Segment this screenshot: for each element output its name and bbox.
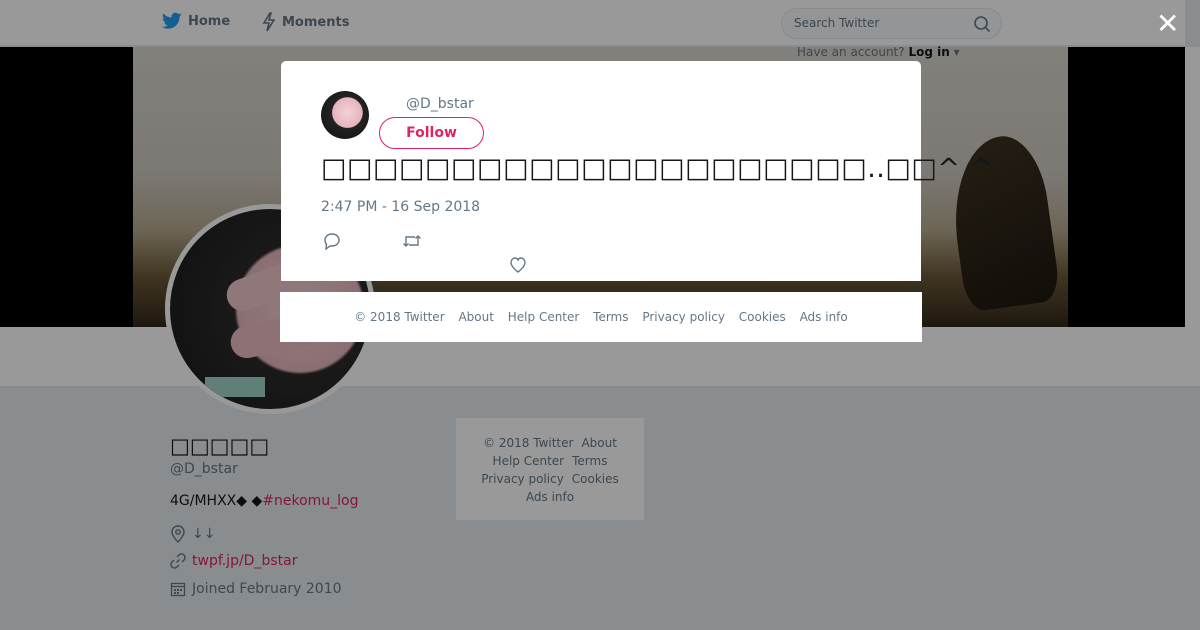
reply-icon[interactable] [323, 232, 341, 250]
footer-cookies-link[interactable]: Cookies [739, 310, 786, 324]
tweet-author-avatar[interactable] [321, 91, 369, 139]
footer-about-link[interactable]: About [458, 310, 493, 324]
heart-icon[interactable] [509, 256, 527, 274]
tweet-timestamp[interactable]: 2:47 PM - 16 Sep 2018 [321, 199, 480, 215]
footer-ads-link[interactable]: Ads info [800, 310, 848, 324]
footer-help-link[interactable]: Help Center [508, 310, 580, 324]
tweet-author-handle[interactable]: @D_bstar [406, 96, 474, 112]
footer-privacy-link[interactable]: Privacy policy [642, 310, 725, 324]
tweet-text: □□□□□□□□□□□□□□□□□□□□□..□□^ ^ [321, 153, 993, 184]
close-icon[interactable]: ✕ [1156, 10, 1179, 38]
retweet-icon[interactable] [402, 232, 422, 250]
footer-terms-link[interactable]: Terms [593, 310, 628, 324]
modal-footer: © 2018 Twitter About Help Center Terms P… [280, 292, 922, 342]
tweet-modal: @D_bstar Follow □□□□□□□□□□□□□□□□□□□□□..□… [281, 61, 992, 281]
follow-button[interactable]: Follow [379, 117, 484, 149]
footer-copyright: © 2018 Twitter [354, 310, 445, 324]
